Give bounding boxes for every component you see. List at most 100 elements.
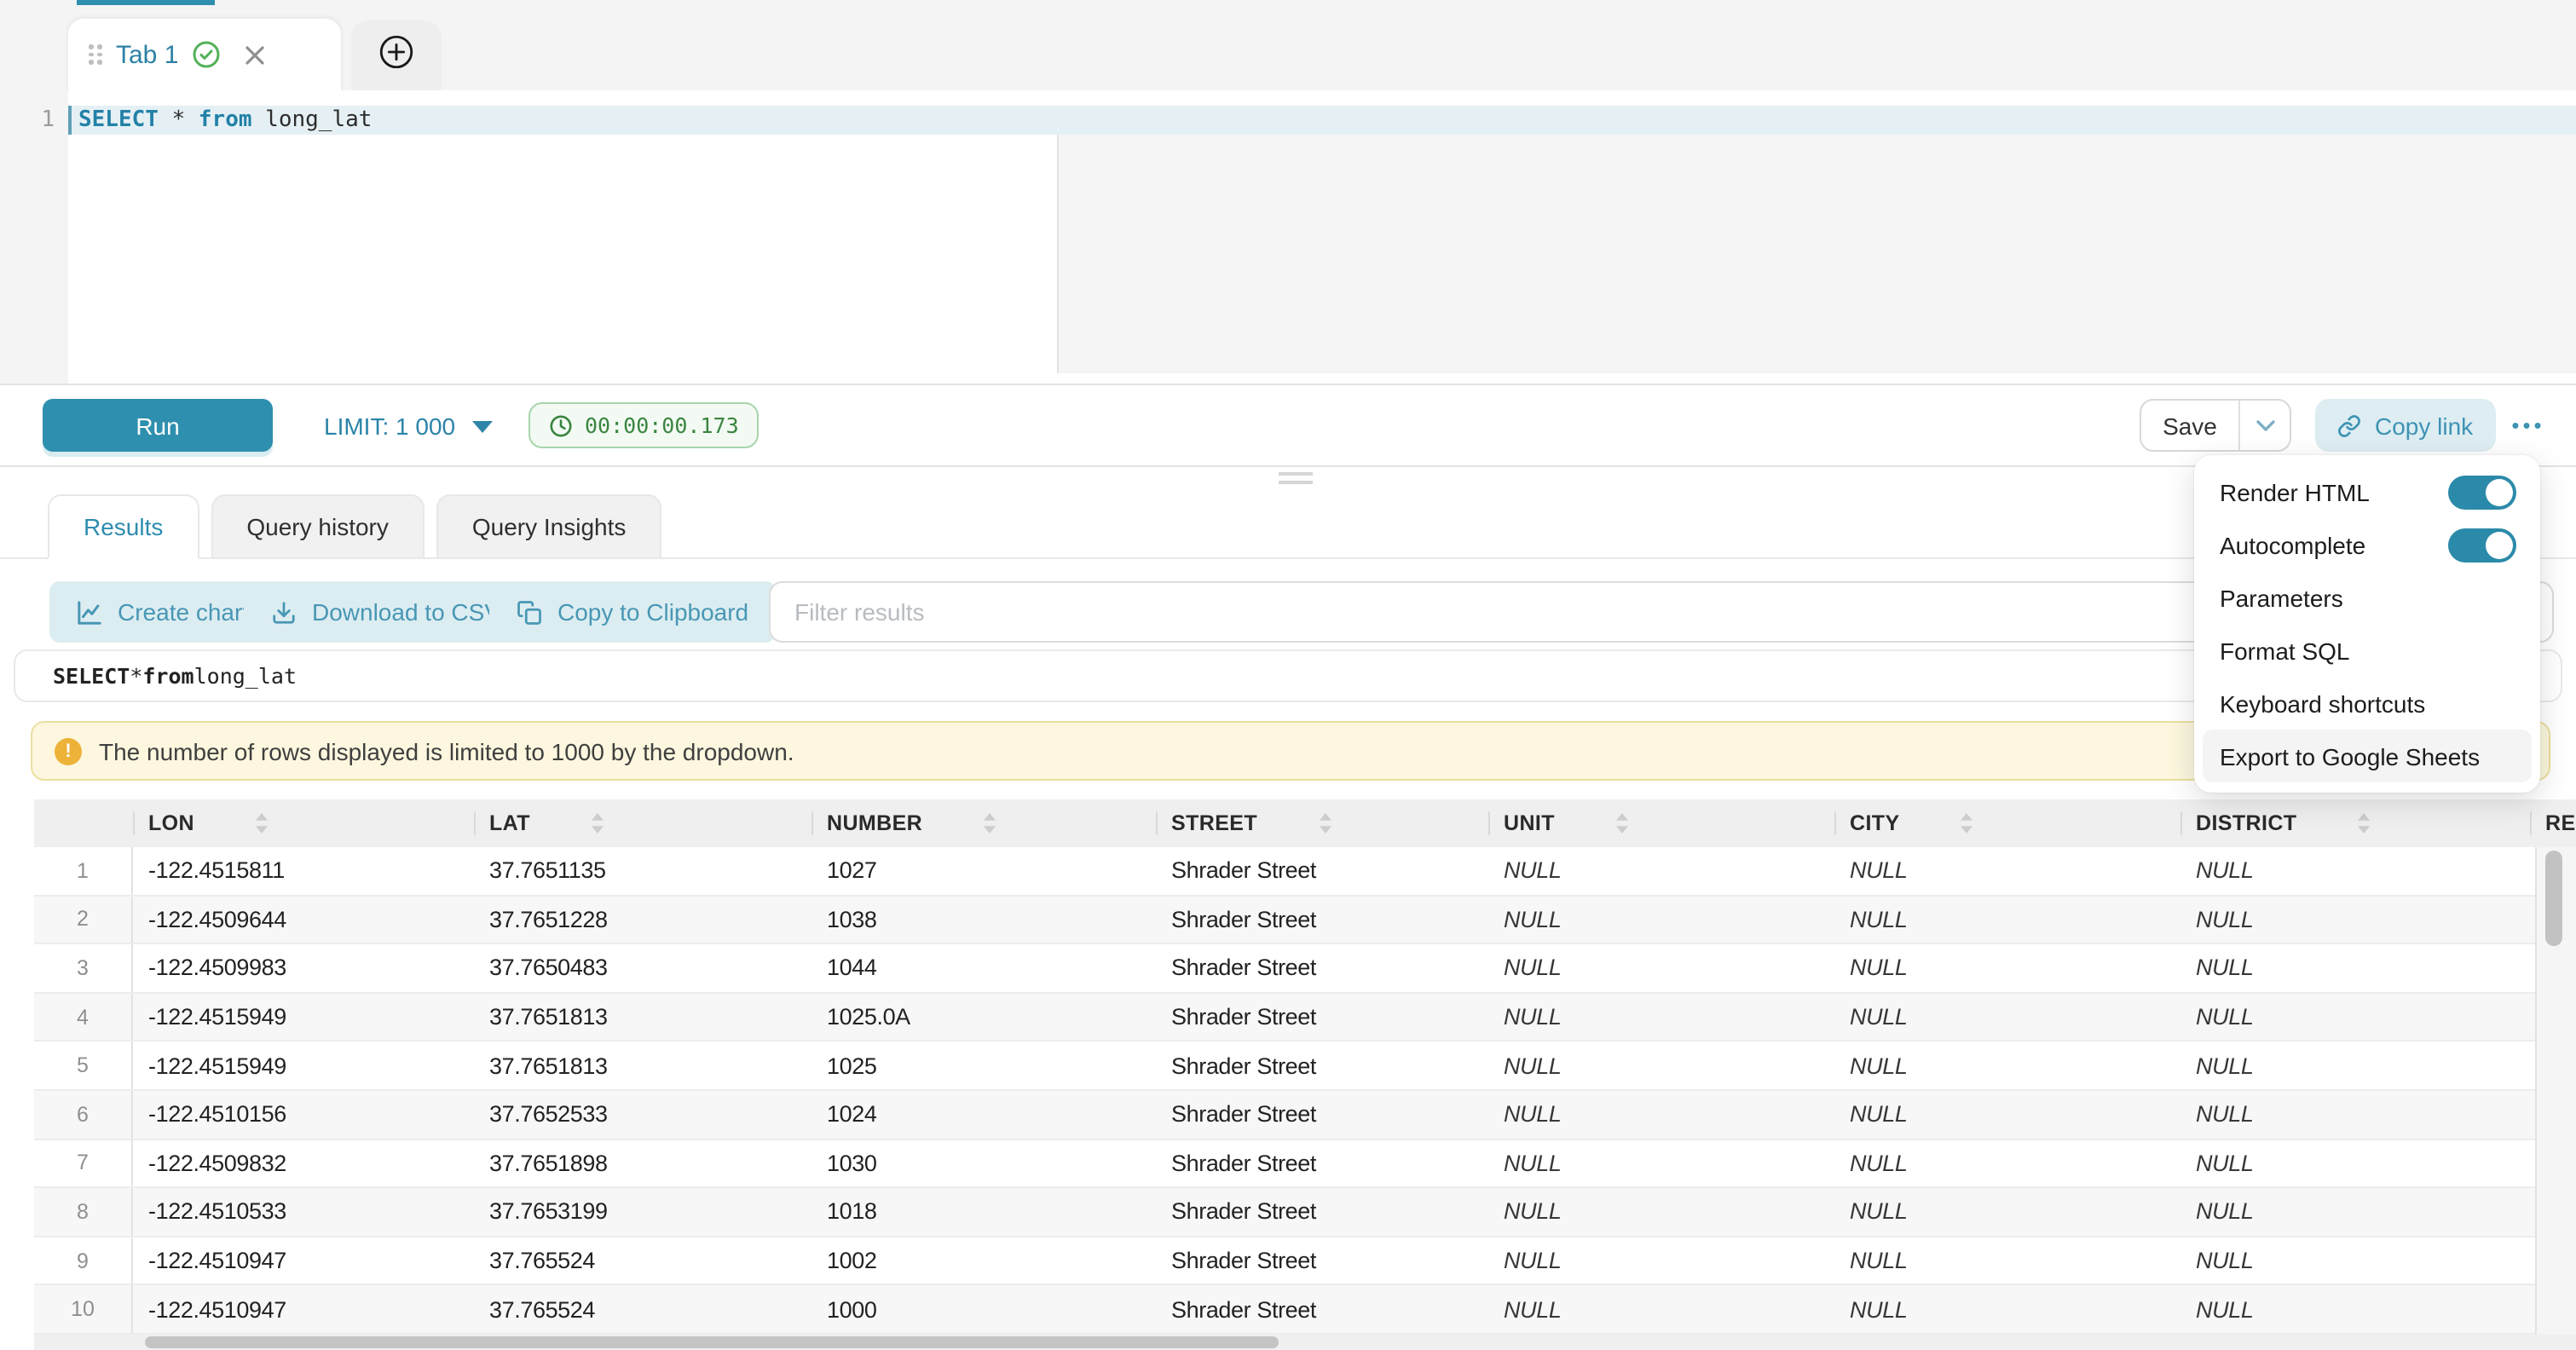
- cell-unit: NULL: [1488, 847, 1834, 894]
- cell-lon: -122.4510533: [133, 1188, 474, 1235]
- tab-active-indicator: [77, 0, 215, 5]
- text-cursor: [68, 106, 71, 135]
- vertical-scrollbar-thumb[interactable]: [2545, 851, 2562, 946]
- tab-results[interactable]: Results: [48, 494, 199, 559]
- cell-lat: 37.7650483: [474, 944, 811, 991]
- create-chart-button[interactable]: Create chart: [49, 581, 276, 643]
- results-toolbar: Create chartDownload to CSVCopy to Clipb…: [0, 581, 2576, 643]
- sql-keyword: from: [199, 107, 252, 133]
- sort-icon[interactable]: [561, 813, 604, 834]
- cell-lat: 37.765524: [474, 1238, 811, 1284]
- column-header-lon[interactable]: LON: [133, 799, 474, 847]
- cell-district: NULL: [2180, 1091, 2530, 1138]
- limit-dropdown[interactable]: LIMIT: 1 000: [324, 385, 493, 467]
- sort-icon[interactable]: [1288, 813, 1331, 834]
- vertical-scrollbar[interactable]: [2535, 847, 2576, 1338]
- sql-text: SELECT: [53, 663, 130, 689]
- cell-street: Shrader Street: [1156, 994, 1488, 1041]
- tab-query-history[interactable]: Query history: [211, 494, 425, 559]
- cell-number: 1030: [811, 1139, 1156, 1186]
- menu-item-keyboard-shortcuts[interactable]: Keyboard shortcuts: [2203, 677, 2532, 730]
- toggle-render-html[interactable]: [2448, 475, 2516, 509]
- cell-street: Shrader Street: [1156, 896, 1488, 943]
- save-options-button[interactable]: [2238, 401, 2290, 450]
- warning-icon: !: [55, 737, 82, 764]
- row-number: 4: [34, 994, 133, 1041]
- sort-icon[interactable]: [2328, 813, 2371, 834]
- table-row[interactable]: 3-122.450998337.76504831044Shrader Stree…: [34, 944, 2535, 993]
- cell-lat: 37.7653199: [474, 1188, 811, 1235]
- sort-icon[interactable]: [225, 813, 268, 834]
- run-bar: Run LIMIT: 1 000 00:00:00.173 Save Copy …: [0, 384, 2576, 467]
- save-button[interactable]: Save: [2141, 401, 2238, 450]
- toggle-autocomplete[interactable]: [2448, 528, 2516, 562]
- column-header-unit[interactable]: UNIT: [1488, 799, 1834, 847]
- sql-code-line[interactable]: SELECT * from long_lat: [78, 106, 372, 135]
- cell-unit: NULL: [1488, 896, 1834, 943]
- cell-lon: -122.4510156: [133, 1091, 474, 1138]
- column-header-re[interactable]: RE: [2530, 799, 2576, 847]
- cell-street: Shrader Street: [1156, 1286, 1488, 1333]
- sql-editor[interactable]: 1 SELECT * from long_lat: [0, 90, 2576, 384]
- more-options-button[interactable]: •••: [2499, 399, 2557, 452]
- pane-resize-handle[interactable]: [1279, 472, 1313, 488]
- menu-item-parameters[interactable]: Parameters: [2203, 571, 2532, 624]
- menu-item-label: Export to Google Sheets: [2220, 742, 2480, 770]
- table-row[interactable]: 5-122.451594937.76518131025Shrader Stree…: [34, 1042, 2535, 1091]
- menu-item-render-html[interactable]: Render HTML: [2203, 465, 2532, 518]
- cell-lat: 37.7651898: [474, 1139, 811, 1186]
- table-row[interactable]: 7-122.450983237.76518981030Shrader Stree…: [34, 1139, 2535, 1188]
- caret-down-icon: [472, 420, 493, 432]
- query-timer-badge: 00:00:00.173: [528, 402, 760, 448]
- table-row[interactable]: 1-122.451581137.76511351027Shrader Stree…: [34, 847, 2535, 896]
- cell-district: NULL: [2180, 847, 2530, 894]
- row-number-header: [34, 799, 133, 847]
- tab-query-insights[interactable]: Query Insights: [436, 494, 662, 559]
- cell-street: Shrader Street: [1156, 1091, 1488, 1138]
- sort-icon[interactable]: [1585, 813, 1628, 834]
- table-row[interactable]: 4-122.451594937.76518131025.0AShrader St…: [34, 994, 2535, 1042]
- cell-number: 1025.0A: [811, 994, 1156, 1041]
- cell-lat: 37.7651135: [474, 847, 811, 894]
- table-row[interactable]: 2-122.450964437.76512281038Shrader Stree…: [34, 896, 2535, 944]
- cell-lat: 37.7651813: [474, 1042, 811, 1089]
- editor-active-line: [68, 106, 2576, 135]
- download-to-csv-button[interactable]: Download to CSV: [244, 581, 528, 643]
- table-row[interactable]: 8-122.451053337.76531991018Shrader Stree…: [34, 1188, 2535, 1237]
- sort-icon[interactable]: [953, 813, 996, 834]
- copy-to-clipboard-button[interactable]: Copy to Clipboard: [489, 581, 776, 643]
- copy-link-label: Copy link: [2375, 412, 2473, 439]
- horizontal-scrollbar[interactable]: [34, 1335, 2576, 1350]
- menu-item-label: Keyboard shortcuts: [2220, 689, 2425, 717]
- cell-number: 1000: [811, 1286, 1156, 1333]
- column-header-number[interactable]: NUMBER: [811, 799, 1156, 847]
- table-row[interactable]: 10-122.451094737.7655241000Shrader Stree…: [34, 1286, 2535, 1335]
- run-button[interactable]: Run: [43, 399, 273, 452]
- copy-link-button[interactable]: Copy link: [2315, 399, 2495, 452]
- row-number: 2: [34, 896, 133, 943]
- menu-item-format-sql[interactable]: Format SQL: [2203, 624, 2532, 677]
- column-header-lat[interactable]: LAT: [474, 799, 811, 847]
- menu-item-export-to-google-sheets[interactable]: Export to Google Sheets: [2203, 730, 2532, 782]
- column-header-street[interactable]: STREET: [1156, 799, 1488, 847]
- horizontal-scrollbar-thumb[interactable]: [145, 1336, 1279, 1348]
- column-header-district[interactable]: DISTRICT: [2180, 799, 2530, 847]
- sort-icon[interactable]: [1931, 813, 1973, 834]
- cell-lon: -122.4509644: [133, 896, 474, 943]
- options-menu: Render HTMLAutocompleteParametersFormat …: [2194, 455, 2540, 793]
- cell-district: NULL: [2180, 1188, 2530, 1235]
- tab-close-icon[interactable]: [243, 43, 265, 66]
- results-table: LONLAT NUMBER STREETUNITCITYDISTRICTRE 1-1…: [34, 799, 2576, 1350]
- cell-city: NULL: [1834, 847, 2180, 894]
- table-row[interactable]: 9-122.451094737.7655241002Shrader Street…: [34, 1238, 2535, 1286]
- cell-city: NULL: [1834, 1188, 2180, 1235]
- column-header-city[interactable]: CITY: [1834, 799, 2180, 847]
- tab-drag-handle-icon[interactable]: [89, 45, 102, 65]
- query-tab[interactable]: Tab 1: [66, 17, 343, 90]
- table-header-row: LONLAT NUMBER STREETUNITCITYDISTRICTRE: [34, 799, 2576, 847]
- column-label: NUMBER: [827, 811, 922, 835]
- table-row[interactable]: 6-122.451015637.76525331024Shrader Stree…: [34, 1091, 2535, 1139]
- cell-street: Shrader Street: [1156, 1188, 1488, 1235]
- menu-item-autocomplete[interactable]: Autocomplete: [2203, 518, 2532, 571]
- add-tab-button[interactable]: [351, 20, 442, 90]
